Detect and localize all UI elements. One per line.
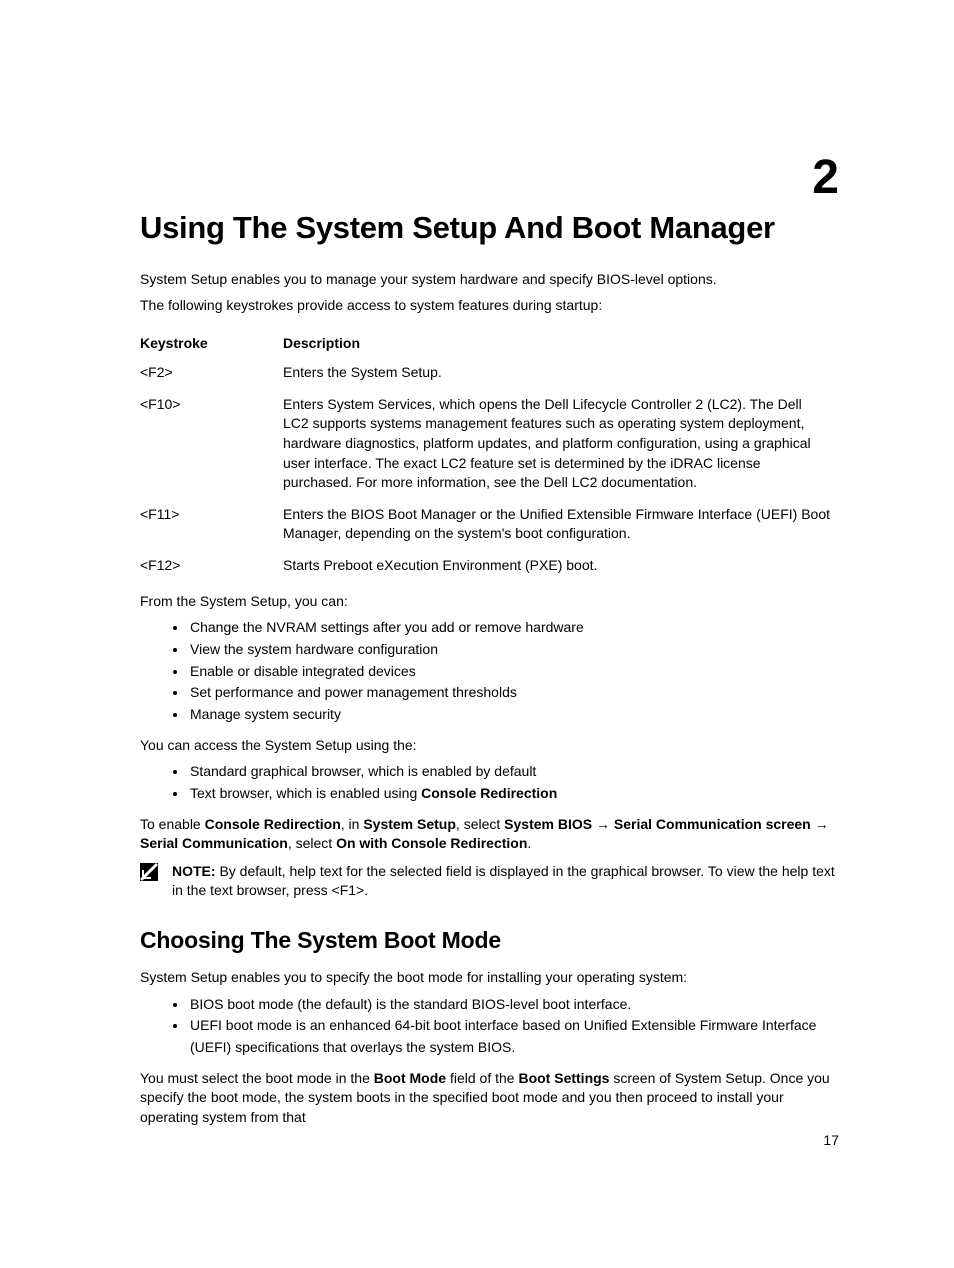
- cell-keystroke: <F12>: [140, 550, 283, 582]
- bold-text: System BIOS: [504, 816, 592, 832]
- keystroke-table: Keystroke Description <F2> Enters the Sy…: [140, 329, 839, 581]
- text: .: [527, 835, 531, 851]
- access-paragraph: You can access the System Setup using th…: [140, 736, 839, 756]
- list-item: Enable or disable integrated devices: [188, 661, 839, 683]
- cell-description: Enters the System Setup.: [283, 357, 839, 389]
- arrow: →: [811, 816, 829, 832]
- intro-paragraph-1: System Setup enables you to manage your …: [140, 270, 839, 290]
- text: , in: [341, 816, 364, 832]
- page-number: 17: [823, 1132, 839, 1148]
- list-item: Standard graphical browser, which is ena…: [188, 761, 839, 783]
- list-item: Text browser, which is enabled using Con…: [188, 783, 839, 805]
- list-item: Manage system security: [188, 704, 839, 726]
- after-table-paragraph: From the System Setup, you can:: [140, 592, 839, 612]
- cell-description: Enters the BIOS Boot Manager or the Unif…: [283, 499, 839, 550]
- final-paragraph: You must select the boot mode in the Boo…: [140, 1069, 839, 1128]
- list-item: Set performance and power management thr…: [188, 682, 839, 704]
- arrow: →: [592, 816, 614, 832]
- sub-paragraph-1: System Setup enables you to specify the …: [140, 968, 839, 988]
- chapter-number: 2: [812, 150, 839, 205]
- bold-text: Boot Settings: [518, 1070, 609, 1086]
- table-header-row: Keystroke Description: [140, 329, 839, 357]
- text: You must select the boot mode in the: [140, 1070, 374, 1086]
- text: To enable: [140, 816, 205, 832]
- header-keystroke: Keystroke: [140, 329, 283, 357]
- bullets-access: Standard graphical browser, which is ena…: [140, 761, 839, 804]
- note-label: NOTE:: [172, 863, 216, 879]
- note-icon: [140, 863, 160, 886]
- bold-text: System Setup: [363, 816, 456, 832]
- note-block: NOTE: By default, help text for the sele…: [140, 862, 839, 901]
- list-item: View the system hardware configuration: [188, 639, 839, 661]
- document-page: 2 Using The System Setup And Boot Manage…: [0, 0, 954, 1268]
- text: Text browser, which is enabled using: [190, 785, 421, 801]
- bold-text: On with Console Redirection: [336, 835, 527, 851]
- text: field of the: [446, 1070, 518, 1086]
- cell-keystroke: <F11>: [140, 499, 283, 550]
- section-heading: Choosing The System Boot Mode: [140, 927, 839, 954]
- cell-description: Enters System Services, which opens the …: [283, 389, 839, 499]
- bold-text: Console Redirection: [421, 785, 557, 801]
- intro-paragraph-2: The following keystrokes provide access …: [140, 296, 839, 316]
- bold-text: Boot Mode: [374, 1070, 446, 1086]
- cell-keystroke: <F2>: [140, 357, 283, 389]
- page-title: Using The System Setup And Boot Manager: [140, 210, 839, 246]
- header-description: Description: [283, 329, 839, 357]
- table-row: <F11> Enters the BIOS Boot Manager or th…: [140, 499, 839, 550]
- cell-description: Starts Preboot eXecution Environment (PX…: [283, 550, 839, 582]
- enable-paragraph: To enable Console Redirection, in System…: [140, 815, 839, 854]
- note-text: NOTE: By default, help text for the sele…: [172, 862, 839, 901]
- bold-text: Serial Communication screen: [614, 816, 811, 832]
- table-row: <F12> Starts Preboot eXecution Environme…: [140, 550, 839, 582]
- cell-keystroke: <F10>: [140, 389, 283, 499]
- bullets-capabilities: Change the NVRAM settings after you add …: [140, 617, 839, 725]
- list-item: UEFI boot mode is an enhanced 64-bit boo…: [188, 1015, 839, 1058]
- bullets-boot-modes: BIOS boot mode (the default) is the stan…: [140, 994, 839, 1059]
- bold-text: Serial Communication: [140, 835, 288, 851]
- text: , select: [456, 816, 504, 832]
- table-row: <F10> Enters System Services, which open…: [140, 389, 839, 499]
- table-row: <F2> Enters the System Setup.: [140, 357, 839, 389]
- list-item: BIOS boot mode (the default) is the stan…: [188, 994, 839, 1016]
- bold-text: Console Redirection: [205, 816, 341, 832]
- text: , select: [288, 835, 336, 851]
- list-item: Change the NVRAM settings after you add …: [188, 617, 839, 639]
- note-body: By default, help text for the selected f…: [172, 863, 835, 899]
